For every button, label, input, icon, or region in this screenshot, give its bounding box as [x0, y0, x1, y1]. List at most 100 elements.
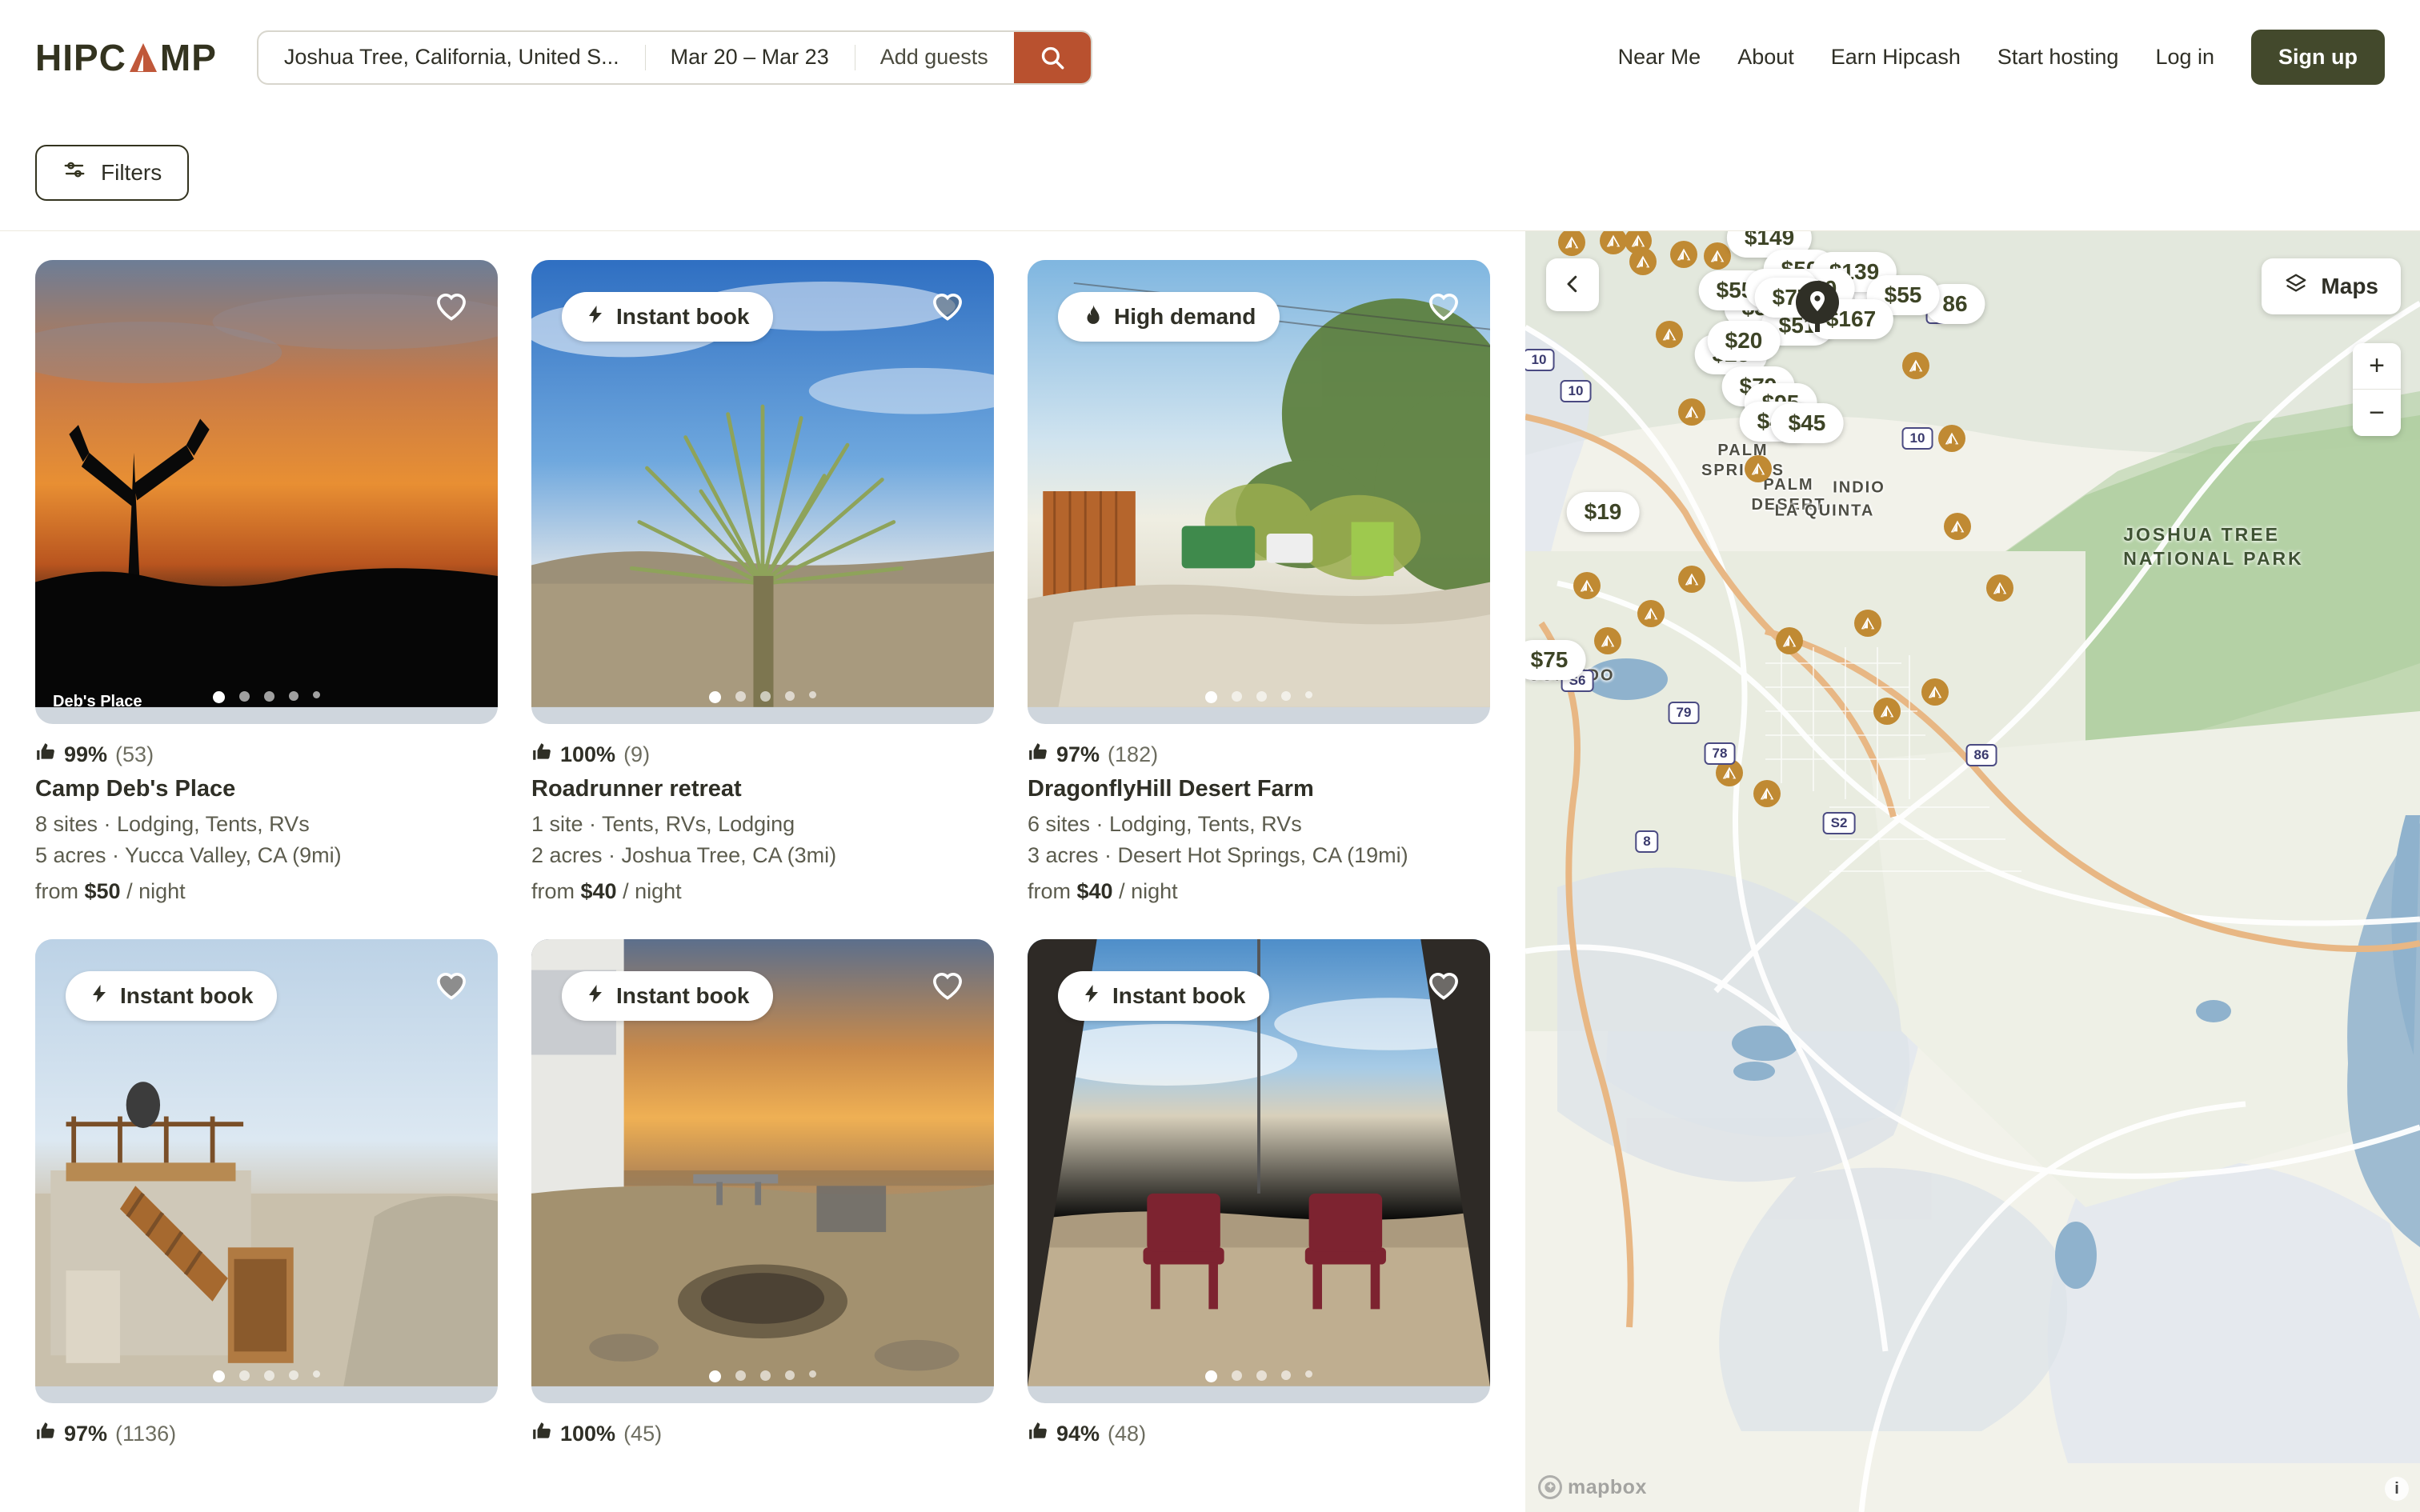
listing-photo[interactable]: Instant book — [1028, 939, 1490, 1403]
map-campsite-icon[interactable] — [1745, 455, 1772, 482]
carousel-dot[interactable] — [289, 691, 298, 701]
carousel-dot[interactable] — [809, 691, 816, 698]
search-bar[interactable]: Joshua Tree, California, United S... Mar… — [256, 30, 1092, 85]
carousel-dot[interactable] — [1205, 691, 1217, 703]
carousel-dot[interactable] — [735, 1370, 746, 1381]
carousel-dot[interactable] — [1232, 691, 1242, 702]
carousel-dot[interactable] — [785, 1370, 795, 1380]
map-price-pin[interactable]: $20 — [1707, 321, 1781, 361]
map-campsite-icon[interactable] — [1938, 425, 1965, 452]
carousel-dot[interactable] — [239, 691, 250, 702]
favorite-heart-icon[interactable] — [930, 289, 965, 328]
carousel-dot[interactable] — [735, 691, 746, 702]
results-panel[interactable]: Deb's Place 99% (53) Camp Deb's Place 8 … — [0, 231, 1525, 1512]
map-campsite-icon[interactable] — [1902, 352, 1929, 379]
map-price-pin[interactable]: $45 — [1770, 403, 1844, 443]
carousel-dot[interactable] — [1256, 1370, 1267, 1381]
favorite-heart-icon[interactable] — [434, 289, 469, 328]
map-layers-button[interactable]: Maps — [2262, 258, 2401, 314]
map-price-pin[interactable]: $75 — [1525, 640, 1586, 680]
map-campsite-icon[interactable] — [1753, 780, 1781, 807]
listing-photo[interactable]: High demand — [1028, 260, 1490, 724]
map-campsite-icon[interactable] — [1656, 321, 1683, 348]
search-submit-button[interactable] — [1013, 31, 1091, 83]
map-campsite-icon[interactable] — [1704, 242, 1731, 270]
instant-book-badge[interactable]: Instant book — [66, 971, 278, 1021]
nav-link-log-in[interactable]: Log in — [2155, 45, 2214, 70]
map-campsite-icon[interactable] — [1637, 600, 1665, 627]
map-campsite-icon[interactable] — [1678, 398, 1705, 426]
carousel-dot[interactable] — [709, 1370, 721, 1382]
nav-link-start-hosting[interactable]: Start hosting — [1997, 45, 2119, 70]
carousel-dot[interactable] — [1281, 691, 1291, 701]
sign-up-button[interactable]: Sign up — [2251, 30, 2385, 85]
map-campsite-icon[interactable] — [1921, 678, 1949, 706]
instant-book-badge[interactable]: Instant book — [1058, 971, 1270, 1021]
listing-photo[interactable]: Instant book — [531, 260, 994, 724]
listing-card[interactable]: Deb's Place 99% (53) Camp Deb's Place 8 … — [35, 260, 498, 904]
carousel-dot[interactable] — [760, 691, 771, 702]
map-campsite-icon[interactable] — [1873, 698, 1901, 725]
listing-photo[interactable]: Instant book — [531, 939, 994, 1403]
map-campsite-icon[interactable] — [1986, 574, 2013, 602]
search-dates-input[interactable]: Mar 20 – Mar 23 — [644, 32, 855, 83]
map-collapse-button[interactable] — [1546, 258, 1599, 311]
carousel-dot[interactable] — [239, 1370, 250, 1381]
favorite-heart-icon[interactable] — [1426, 289, 1461, 328]
zoom-in-button[interactable]: + — [2353, 343, 2401, 390]
listing-photo[interactable]: Deb's Place — [35, 260, 498, 724]
map-campsite-icon[interactable] — [1629, 248, 1657, 275]
carousel-dot[interactable] — [289, 1370, 298, 1380]
listing-card[interactable]: Instant book — [531, 939, 994, 1455]
listing-title[interactable]: Roadrunner retreat — [531, 776, 994, 802]
listing-card[interactable]: Instant book — [1028, 939, 1490, 1455]
map-campsite-icon[interactable] — [1944, 513, 1971, 540]
carousel-dot[interactable] — [1281, 1370, 1291, 1380]
carousel-dot[interactable] — [213, 691, 225, 703]
favorite-heart-icon[interactable] — [434, 968, 469, 1007]
map-info-button[interactable]: i — [2385, 1477, 2409, 1501]
map-campsite-icon[interactable] — [1573, 572, 1601, 599]
carousel-dot[interactable] — [313, 1370, 320, 1378]
map-campsite-icon[interactable] — [1594, 627, 1621, 654]
carousel-dots[interactable] — [1028, 691, 1490, 703]
nav-link-about[interactable]: About — [1737, 45, 1794, 70]
carousel-dot[interactable] — [809, 1370, 816, 1378]
carousel-dots[interactable] — [531, 1370, 994, 1382]
carousel-dot[interactable] — [1305, 691, 1312, 698]
listing-title[interactable]: Camp Deb's Place — [35, 776, 498, 802]
map-panel[interactable]: Maps + − JOSHUA TREE NATIONAL PARK PALM … — [1525, 231, 2420, 1512]
carousel-dots[interactable] — [1028, 1370, 1490, 1382]
nav-link-near-me[interactable]: Near Me — [1618, 45, 1701, 70]
carousel-dot[interactable] — [1256, 691, 1267, 702]
zoom-out-button[interactable]: − — [2353, 390, 2401, 436]
carousel-dot[interactable] — [1305, 1370, 1312, 1378]
favorite-heart-icon[interactable] — [1426, 968, 1461, 1007]
filters-button[interactable]: Filters — [35, 144, 190, 201]
map-zoom-controls[interactable]: + − — [2353, 343, 2401, 436]
map-price-pin[interactable]: $19 — [1566, 492, 1640, 532]
nav-link-earn-hipcash[interactable]: Earn Hipcash — [1831, 45, 1961, 70]
carousel-dots[interactable] — [35, 1370, 498, 1382]
map-selected-marker-icon[interactable] — [1796, 281, 1839, 337]
carousel-dot[interactable] — [709, 691, 721, 703]
listing-card[interactable]: Instant book — [35, 939, 498, 1455]
map-campsite-icon[interactable] — [1854, 610, 1881, 637]
listing-title[interactable]: DragonflyHill Desert Farm — [1028, 776, 1490, 802]
carousel-dot[interactable] — [313, 691, 320, 698]
hipcamp-logo[interactable]: HIPC MP — [35, 36, 217, 79]
listing-photo[interactable]: Instant book — [35, 939, 498, 1403]
carousel-dot[interactable] — [264, 1370, 274, 1381]
carousel-dot[interactable] — [213, 1370, 225, 1382]
map-campsite-icon[interactable] — [1678, 566, 1705, 593]
carousel-dots[interactable] — [35, 691, 498, 703]
carousel-dot[interactable] — [1205, 1370, 1217, 1382]
search-guests-input[interactable]: Add guests — [854, 32, 1014, 83]
carousel-dot[interactable] — [264, 691, 274, 702]
listing-card[interactable]: Instant book — [531, 260, 994, 904]
carousel-dots[interactable] — [531, 691, 994, 703]
favorite-heart-icon[interactable] — [930, 968, 965, 1007]
search-location-input[interactable]: Joshua Tree, California, United S... — [258, 32, 645, 83]
instant-book-badge[interactable]: Instant book — [562, 292, 774, 342]
high-demand-badge[interactable]: High demand — [1058, 292, 1280, 342]
